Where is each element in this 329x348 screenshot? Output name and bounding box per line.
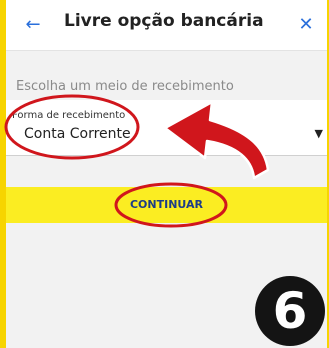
field-value: Conta Corrente [24,126,131,142]
header-bar: ← Livre opção bancária ✕ [6,0,327,51]
page-title: Livre opção bancária [64,11,264,31]
back-arrow-icon[interactable]: ← [18,10,48,40]
step-number-badge: 6 [255,276,325,346]
close-icon[interactable]: ✕ [291,10,321,40]
chevron-down-icon[interactable]: ▼ [315,127,323,140]
continue-button[interactable]: CONTINUAR [6,187,327,223]
payment-method-select[interactable]: Forma de recebimento Conta Corrente ▼ [6,100,327,156]
field-label: Forma de recebimento [12,110,126,121]
section-label: Escolha um meio de recebimento [16,79,234,94]
